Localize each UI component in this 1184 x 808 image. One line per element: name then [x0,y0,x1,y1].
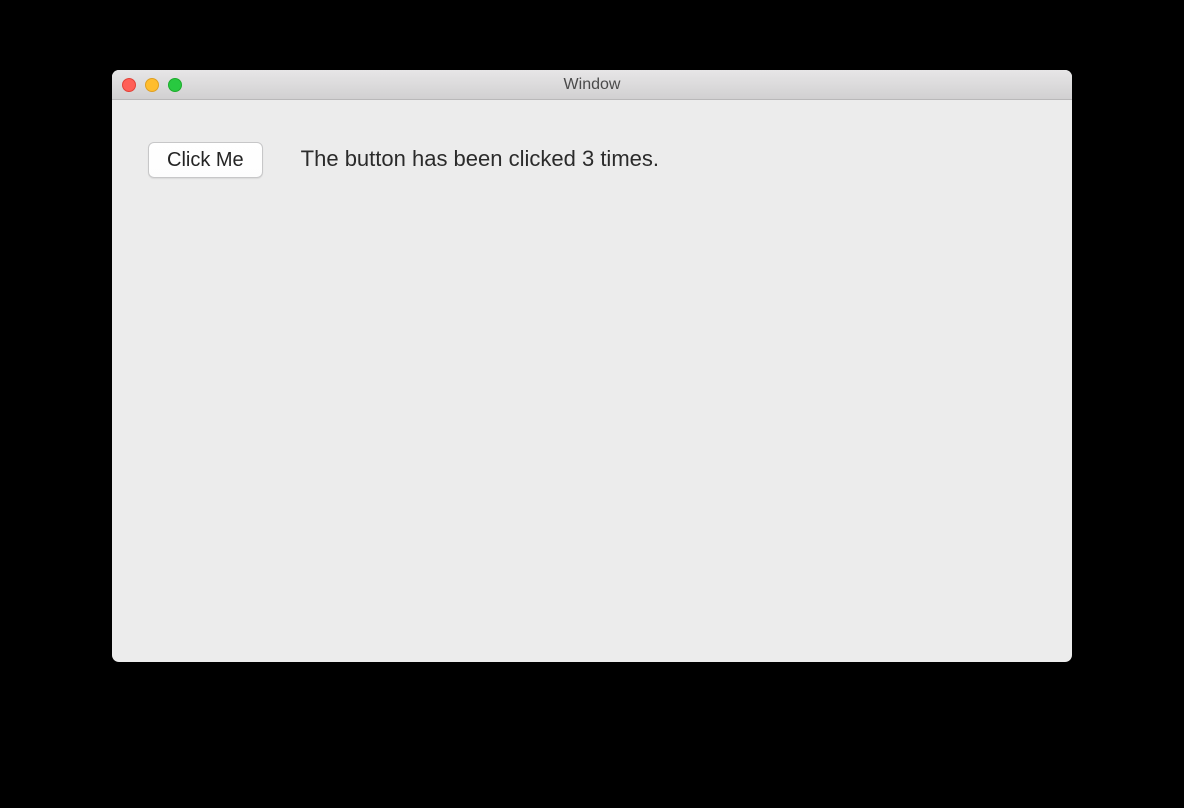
status-label: The button has been clicked 3 times. [301,142,659,172]
click-me-button[interactable]: Click Me [148,142,263,178]
zoom-icon[interactable] [168,78,182,92]
window-controls [122,78,182,92]
close-icon[interactable] [122,78,136,92]
titlebar[interactable]: Window [112,70,1072,100]
window-title: Window [112,76,1072,94]
app-window: Window Click Me The button has been clic… [112,70,1072,662]
minimize-icon[interactable] [145,78,159,92]
content-area: Click Me The button has been clicked 3 t… [112,100,1072,662]
